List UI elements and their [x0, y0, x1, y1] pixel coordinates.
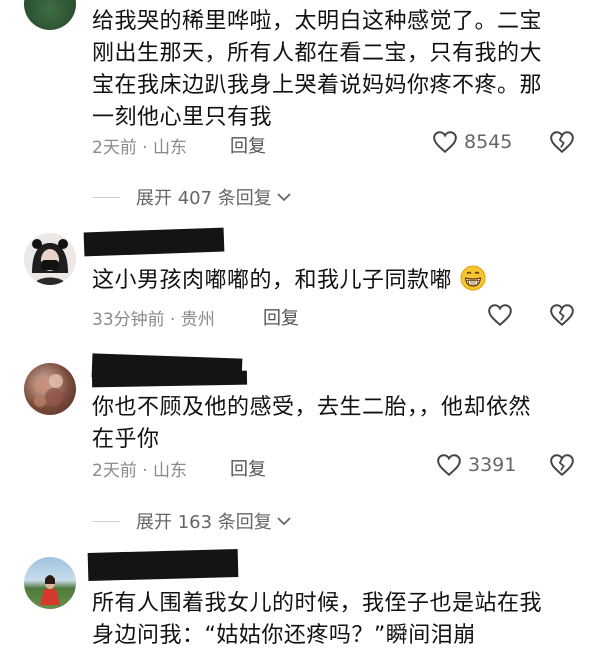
- comment-text: 所有人围着我女儿的时候，我侄子也是站在我 身边问我：“姑姑你还疼吗？”瞬间泪崩: [92, 591, 543, 648]
- chevron-down-icon: [277, 517, 291, 526]
- expand-replies-link[interactable]: 展开 163 条回复: [92, 508, 292, 534]
- avatar-image-icon: [24, 233, 76, 285]
- divider: [92, 520, 120, 522]
- redacted-username: [91, 370, 248, 388]
- redacted-username: [83, 227, 225, 257]
- reply-button[interactable]: 回复: [230, 455, 266, 481]
- like-count: 8545: [464, 131, 513, 153]
- comment-text: 给我哭的稀里哗啦，太明白这种感觉了。二宝 刚出生那天，所有人都在看二宝，只有我的…: [92, 9, 543, 130]
- like-button[interactable]: 3391: [436, 453, 516, 477]
- heart-icon: [437, 454, 461, 477]
- comment-time-location: 33分钟前 · 贵州: [92, 310, 215, 330]
- avatar[interactable]: [24, 0, 76, 30]
- redacted-username: [87, 549, 239, 581]
- broken-heart-icon[interactable]: [549, 453, 575, 477]
- comment-time-location: 2天前 · 山东: [92, 461, 188, 481]
- like-button[interactable]: 8545: [432, 130, 512, 154]
- like-count: 3391: [468, 454, 517, 476]
- comment-text: 你也不顾及他的感受，去生二胎，，他却依然 在乎你: [92, 395, 532, 452]
- grinning-face-icon: [460, 265, 486, 291]
- heart-icon: [433, 131, 457, 154]
- reply-button[interactable]: 回复: [230, 132, 266, 158]
- avatar[interactable]: [24, 557, 76, 609]
- avatar[interactable]: [24, 363, 76, 415]
- broken-heart-icon[interactable]: [549, 303, 575, 327]
- comment-text: 这小男孩肉嘟嘟的，和我儿子同款嘟: [92, 265, 486, 297]
- chevron-down-icon: [277, 193, 291, 202]
- avatar-image-icon: [34, 374, 63, 407]
- reply-button[interactable]: 回复: [263, 304, 299, 330]
- broken-heart-icon[interactable]: [549, 130, 575, 154]
- expand-replies-link[interactable]: 展开 407 条回复: [92, 184, 292, 210]
- avatar[interactable]: [24, 233, 76, 285]
- divider: [92, 196, 120, 198]
- avatar-image-icon: [40, 575, 60, 605]
- comment-time-location: 2天前 · 山东: [92, 138, 188, 158]
- heart-icon[interactable]: [487, 303, 513, 327]
